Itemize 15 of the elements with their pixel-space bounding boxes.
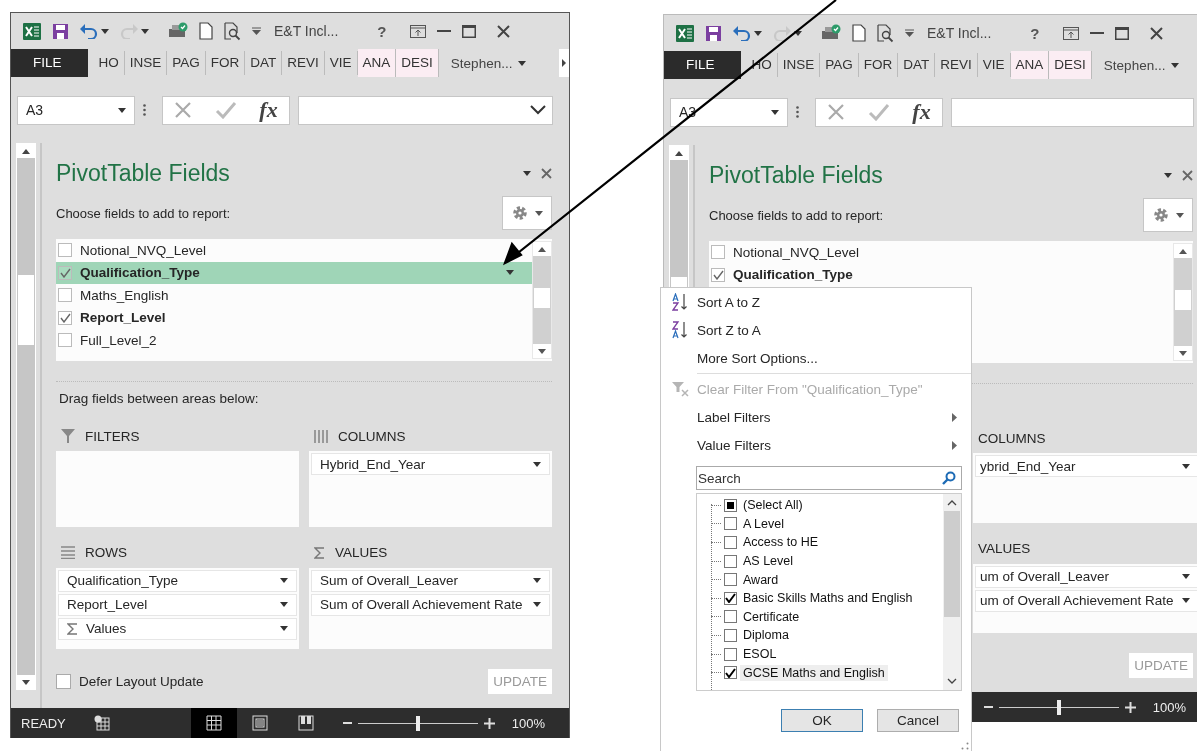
window-title: E&T Incl... bbox=[274, 23, 339, 39]
drag-fields-label: Drag fields between areas below: bbox=[59, 390, 259, 406]
area-heading: ROWS bbox=[85, 545, 127, 560]
pane-title: PivotTable Fields bbox=[56, 159, 231, 187]
area-heading: COLUMNS bbox=[338, 428, 406, 444]
defer-layout-label: Defer Layout Update bbox=[79, 673, 204, 689]
choose-fields-label: Choose fields to add to report: bbox=[709, 207, 884, 223]
area-heading: COLUMNS bbox=[978, 430, 1046, 446]
window-title: E&T Incl... bbox=[927, 25, 992, 41]
choose-fields-label: Choose fields to add to report: bbox=[56, 205, 231, 221]
area-heading: VALUES bbox=[335, 545, 388, 560]
status-text: READY bbox=[21, 715, 66, 731]
pane-title: PivotTable Fields bbox=[709, 161, 884, 189]
area-heading: FILTERS bbox=[85, 428, 140, 444]
area-heading: VALUES bbox=[978, 541, 1031, 556]
